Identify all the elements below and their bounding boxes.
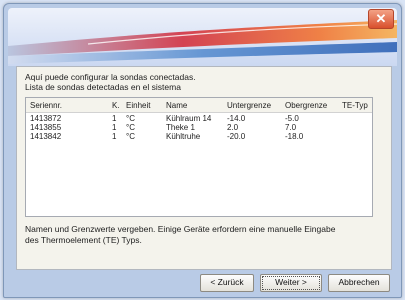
cell-name[interactable]: Kühltruhe xyxy=(166,132,200,141)
close-button[interactable]: ✕ xyxy=(368,9,394,29)
cell-serial: 1413855 xyxy=(30,123,62,132)
header-te-type[interactable]: TE-Typ xyxy=(342,101,368,110)
header-unit[interactable]: Einheit xyxy=(126,101,150,110)
hint-text: Namen und Grenzwerte vergeben. Einige Ge… xyxy=(25,224,335,245)
header-serial[interactable]: Seriennr. xyxy=(30,101,62,110)
intro-text: Aquí puede configurar la sondas conectad… xyxy=(25,72,196,92)
cell-channel: 1 xyxy=(112,123,117,132)
sensor-table[interactable]: Seriennr. K. Einheit Name Untergrenze Ob… xyxy=(25,97,373,217)
table-row[interactable]: 1413872 1 °C Kühlraum 14 -14.0 -5.0 xyxy=(26,114,372,123)
header-channel[interactable]: K. xyxy=(112,101,120,110)
next-button[interactable]: Weiter > xyxy=(260,274,322,292)
setup-dialog-window: ✕ Aquí puede configurar la sondas conect… xyxy=(3,3,402,298)
hint-line-1: Namen und Grenzwerte vergeben. Einige Ge… xyxy=(25,224,336,234)
table-header: Seriennr. K. Einheit Name Untergrenze Ob… xyxy=(26,98,372,113)
cell-upper-limit[interactable]: 7.0 xyxy=(285,123,296,132)
header-upper-limit[interactable]: Obergrenze xyxy=(285,101,327,110)
hint-line-2: des Thermoelement (TE) Typs. xyxy=(25,234,142,245)
cell-channel: 1 xyxy=(112,132,117,141)
close-icon: ✕ xyxy=(375,11,387,26)
banner-graphic xyxy=(8,20,397,64)
cell-name[interactable]: Kühlraum 14 xyxy=(166,114,211,123)
intro-line-2: Lista de sondas detectadas en el sistema xyxy=(25,82,181,92)
cancel-button[interactable]: Abbrechen xyxy=(328,274,390,292)
content-panel: Aquí puede configurar la sondas conectad… xyxy=(16,66,392,270)
cell-unit: °C xyxy=(126,123,135,132)
header-name[interactable]: Name xyxy=(166,101,187,110)
intro-line-1: Aquí puede configurar la sondas conectad… xyxy=(25,72,196,82)
table-row[interactable]: 1413842 1 °C Kühltruhe -20.0 -18.0 xyxy=(26,132,372,141)
back-button[interactable]: < Zurück xyxy=(200,274,254,292)
table-row[interactable]: 1413855 1 °C Theke 1 2.0 7.0 xyxy=(26,123,372,132)
cell-upper-limit[interactable]: -5.0 xyxy=(285,114,299,123)
cell-channel: 1 xyxy=(112,114,117,123)
cell-lower-limit[interactable]: -14.0 xyxy=(227,114,245,123)
header-banner: ✕ xyxy=(8,8,397,66)
cell-upper-limit[interactable]: -18.0 xyxy=(285,132,303,141)
cell-lower-limit[interactable]: 2.0 xyxy=(227,123,238,132)
cell-name[interactable]: Theke 1 xyxy=(166,123,195,132)
cell-unit: °C xyxy=(126,132,135,141)
cell-serial: 1413842 xyxy=(30,132,62,141)
cell-unit: °C xyxy=(126,114,135,123)
cell-lower-limit[interactable]: -20.0 xyxy=(227,132,245,141)
cell-serial: 1413872 xyxy=(30,114,62,123)
header-lower-limit[interactable]: Untergrenze xyxy=(227,101,271,110)
